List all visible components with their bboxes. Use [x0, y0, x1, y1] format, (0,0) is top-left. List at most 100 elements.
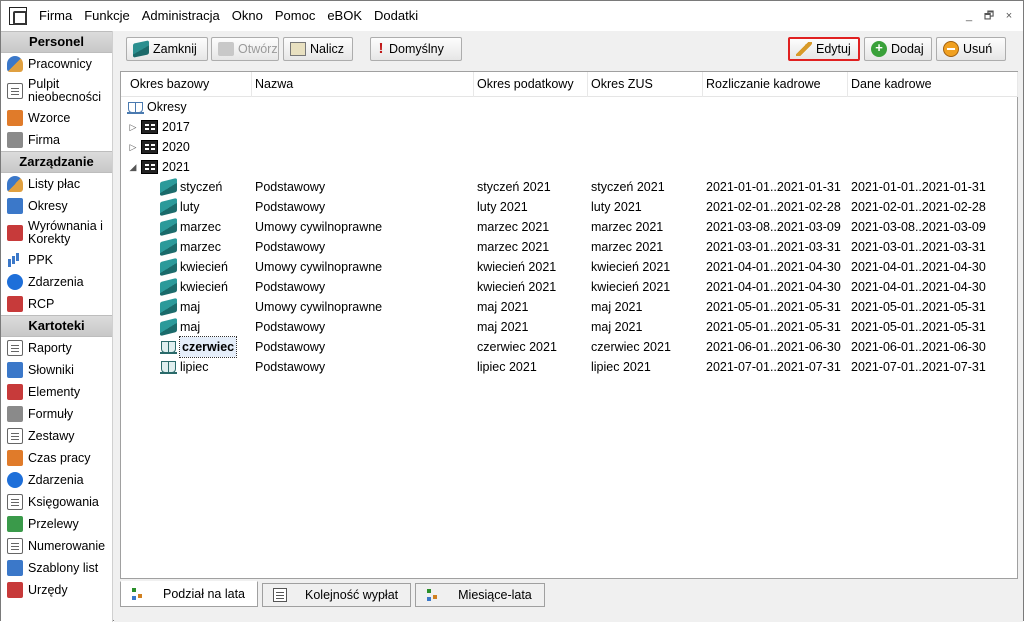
table-row[interactable]: kwiecień Umowy cywilnoprawne kwiecień 2021…	[121, 257, 1017, 277]
cell-base: styczeń	[180, 180, 223, 194]
collapsed-arrow-icon[interactable]: ▷	[128, 137, 138, 157]
closed-book-icon	[160, 237, 177, 257]
close-window-button[interactable]: ×	[1001, 8, 1017, 24]
table-row[interactable]: luty Podstawowy luty 2021 luty 2021 2021-02-…	[121, 197, 1017, 217]
menu-funkcje[interactable]: Funkcje	[78, 1, 136, 31]
add-button[interactable]: + Dodaj	[864, 37, 932, 61]
sidebar-item-2-1[interactable]: Słowniki	[1, 359, 112, 381]
table-row[interactable]: maj Umowy cywilnoprawne maj 2021 maj 2021 20…	[121, 297, 1017, 317]
sidebar-item-0-0[interactable]: Pracownicy	[1, 53, 112, 75]
sidebar-item-2-4[interactable]: Zestawy	[1, 425, 112, 447]
sidebar-item-label: Elementy	[28, 384, 81, 399]
menu-pomoc[interactable]: Pomoc	[269, 1, 321, 31]
cell-name: Podstawowy	[255, 240, 326, 254]
cell-data: 2021-05-01..2021-05-31	[851, 320, 986, 334]
table-row[interactable]: czerwiec Podstawowy czerwiec 2021 czerwiec …	[121, 336, 1017, 358]
calculate-button[interactable]: Nalicz	[283, 37, 353, 61]
cell-name: Umowy cywilnoprawne	[255, 220, 383, 234]
hierarchy-icon	[426, 588, 440, 602]
table-row[interactable]: lipiec Podstawowy lipiec 2021 lipiec 2021 20…	[121, 357, 1017, 377]
sidebar-item-label: Listy płac	[28, 176, 81, 191]
tab-0[interactable]: Podział na lata	[120, 581, 259, 607]
column-header-tax[interactable]: Okres podatkowy	[474, 72, 588, 97]
plus-circle-icon: +	[871, 41, 887, 57]
column-header-base[interactable]: Okres bazowy	[127, 72, 252, 97]
menu-okno[interactable]: Okno	[226, 1, 269, 31]
sidebar-item-1-1[interactable]: Okresy	[1, 195, 112, 217]
tree-root-label: Okresy	[147, 100, 187, 114]
cell-zus: kwiecień 2021	[591, 260, 671, 274]
main-area: Zamknij Otwórz Nalicz ! Domyślny Edytuj …	[114, 31, 1023, 622]
close-button[interactable]: Zamknij	[126, 37, 208, 61]
menu-dodatki[interactable]: Dodatki	[368, 1, 424, 31]
cell-name: Umowy cywilnoprawne	[255, 300, 383, 314]
column-header-data[interactable]: Dane kadrowe	[848, 72, 1018, 97]
tree-root-row[interactable]: Okresy	[121, 97, 1017, 117]
column-header-hr[interactable]: Rozliczanie kadrowe	[703, 72, 848, 97]
sidebar-item-1-5[interactable]: RCP	[1, 293, 112, 315]
sidebar-item-2-5[interactable]: Czas pracy	[1, 447, 112, 469]
table-row[interactable]: marzec Umowy cywilnoprawne marzec 2021 marz…	[121, 217, 1017, 237]
sidebar-item-1-4[interactable]: Zdarzenia	[1, 271, 112, 293]
sidebar-item-label: Zestawy	[28, 428, 75, 443]
menu-firma[interactable]: Firma	[33, 1, 78, 31]
tab-2[interactable]: Miesiące-lata	[415, 583, 545, 607]
cell-hr: 2021-04-01..2021-04-30	[706, 260, 841, 274]
book-closed-icon	[133, 40, 149, 58]
sidebar-section-1[interactable]: Zarządzanie	[1, 151, 112, 173]
sidebar-item-2-8[interactable]: Przelewy	[1, 513, 112, 535]
expanded-arrow-icon[interactable]: ◢	[128, 157, 138, 177]
cell-tax: marzec 2021	[477, 220, 550, 234]
cell-tax: czerwiec 2021	[477, 340, 557, 354]
cell-tax: marzec 2021	[477, 240, 550, 254]
tree-year-label: 2021	[162, 160, 190, 174]
open-button-label: Otwórz	[238, 42, 278, 56]
sidebar-item-2-0[interactable]: Raporty	[1, 337, 112, 359]
cell-base: marzec	[180, 240, 221, 254]
table-row[interactable]: kwiecień Podstawowy kwiecień 2021 kwiecień …	[121, 277, 1017, 297]
column-header-name[interactable]: Nazwa	[252, 72, 474, 97]
hierarchy-icon	[131, 587, 145, 601]
cell-data: 2021-06-01..2021-06-30	[851, 340, 986, 354]
menu-ebok[interactable]: eBOK	[321, 1, 368, 31]
sidebar-item-2-2[interactable]: Elementy	[1, 381, 112, 403]
sidebar-item-0-2[interactable]: Wzorce	[1, 107, 112, 129]
tree-year-row[interactable]: ◢ 2021	[121, 157, 1017, 177]
edit-button[interactable]: Edytuj	[788, 37, 860, 61]
open-button[interactable]: Otwórz	[211, 37, 279, 61]
delete-button[interactable]: Usuń	[936, 37, 1006, 61]
collapsed-arrow-icon[interactable]: ▷	[128, 117, 138, 137]
sidebar-section-2[interactable]: Kartoteki	[1, 315, 112, 337]
sidebar-item-label: Numerowanie	[28, 538, 106, 553]
table-row[interactable]: marzec Podstawowy marzec 2021 marzec 2021 20…	[121, 237, 1017, 257]
column-header-zus[interactable]: Okres ZUS	[588, 72, 703, 97]
open-book-icon	[160, 360, 177, 374]
sidebar-item-1-0[interactable]: Listy płac	[1, 173, 112, 195]
menu-administracja[interactable]: Administracja	[136, 1, 226, 31]
default-button[interactable]: ! Domyślny	[370, 37, 462, 61]
periods-tree-list[interactable]: Okres bazowy Nazwa Okres podatkowy Okres…	[120, 71, 1018, 579]
restore-button[interactable]: 🗗	[981, 8, 997, 24]
sidebar-item-2-11[interactable]: Urzędy	[1, 579, 112, 601]
sidebar-item-label: Urzędy	[28, 582, 68, 597]
sidebar-item-1-2[interactable]: Wyrównania i Korekty	[1, 217, 112, 249]
tree-year-row[interactable]: ▷ 2020	[121, 137, 1017, 157]
sidebar-item-0-3[interactable]: Firma	[1, 129, 112, 151]
sidebar-item-1-3[interactable]: PPK	[1, 249, 112, 271]
tab-1[interactable]: Kolejność wypłat	[262, 583, 412, 607]
sidebar-item-2-9[interactable]: Numerowanie	[1, 535, 112, 557]
table-row[interactable]: styczeń Podstawowy styczeń 2021 styczeń 202…	[121, 177, 1017, 197]
tree-year-row[interactable]: ▷ 2017	[121, 117, 1017, 137]
alarm-icon	[7, 450, 23, 466]
sidebar-item-label: PPK	[28, 252, 54, 267]
minimize-button[interactable]: _	[961, 8, 977, 24]
sidebar-item-2-7[interactable]: Księgowania	[1, 491, 112, 513]
cell-zus: luty 2021	[591, 200, 642, 214]
sidebar-item-2-6[interactable]: Zdarzenia	[1, 469, 112, 491]
sidebar-item-2-3[interactable]: Formuły	[1, 403, 112, 425]
closed-book-icon	[160, 257, 177, 277]
table-row[interactable]: maj Podstawowy maj 2021 maj 2021 2021-05-01.…	[121, 317, 1017, 337]
sidebar-item-2-10[interactable]: Szablony list	[1, 557, 112, 579]
sidebar-section-0[interactable]: Personel	[1, 31, 112, 53]
sidebar-item-0-1[interactable]: Pulpit nieobecności	[1, 75, 112, 107]
